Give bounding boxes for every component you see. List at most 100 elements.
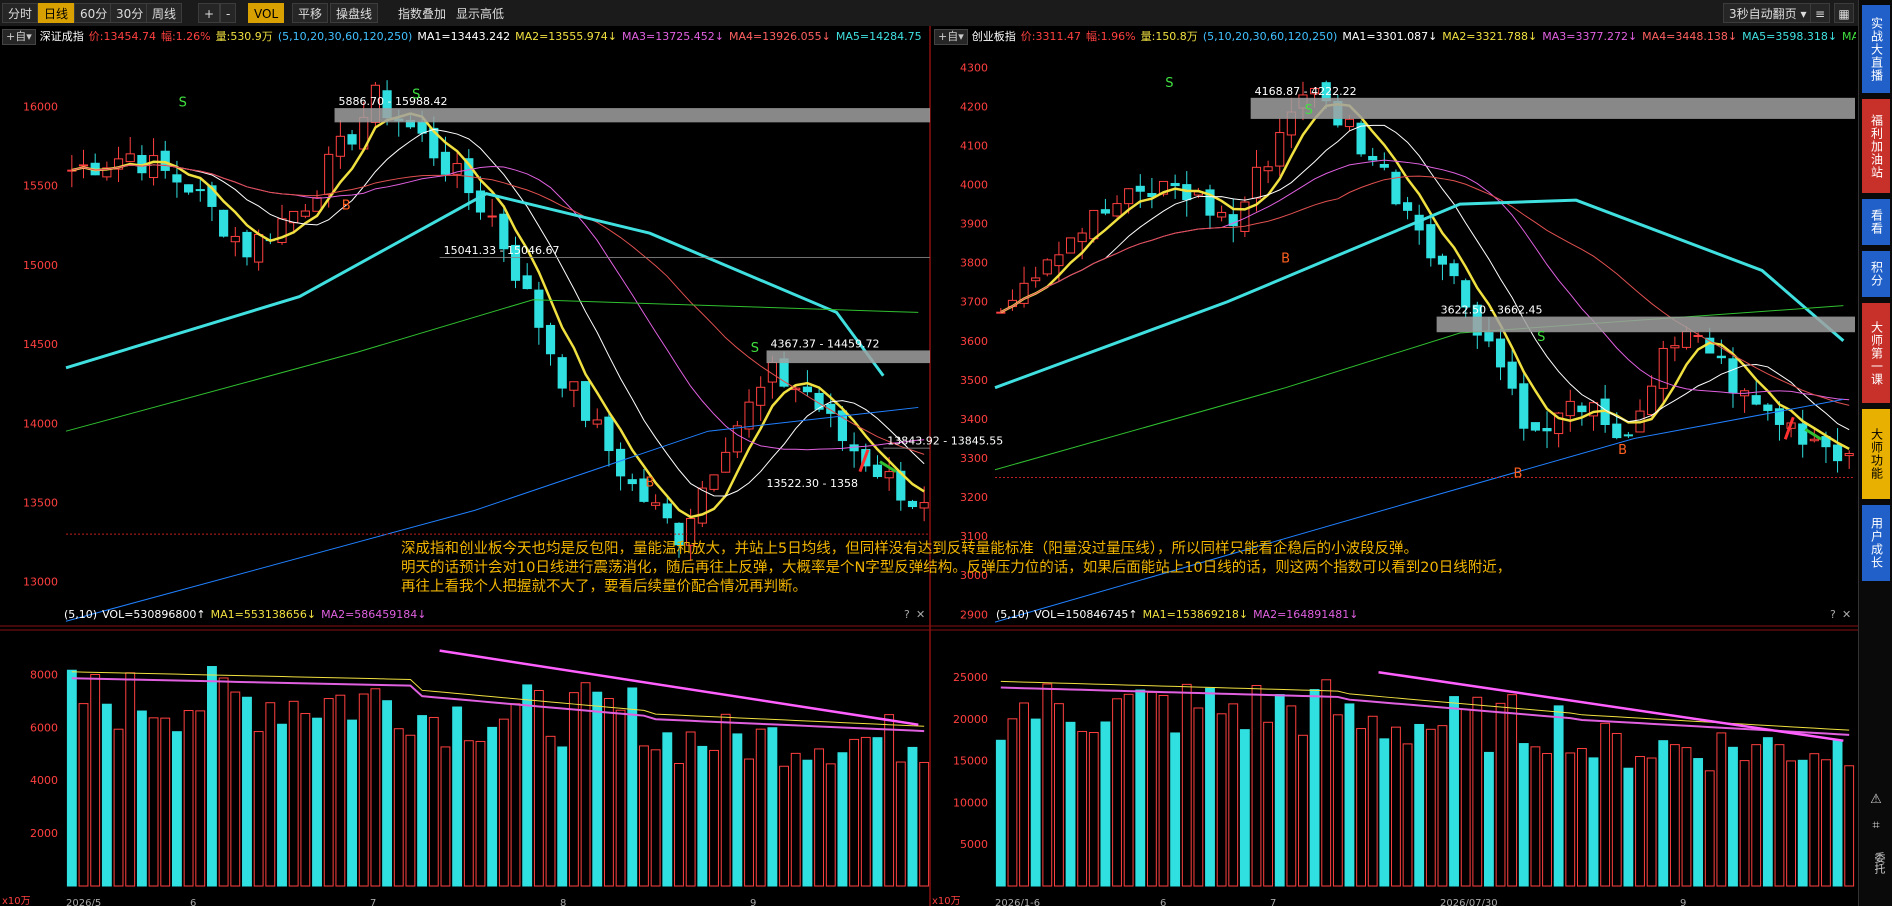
- candle: [1251, 166, 1262, 199]
- volume-axis-label: 25000: [953, 671, 988, 684]
- volume-bar: [650, 749, 661, 887]
- candle: [744, 401, 754, 430]
- volume-bar: [1112, 698, 1122, 887]
- volume-bar: [113, 728, 124, 887]
- candle: [324, 153, 334, 196]
- volume-bar: [1646, 757, 1657, 887]
- candle: [230, 235, 240, 243]
- candle: [172, 174, 182, 183]
- index-overlay-button[interactable]: 指数叠加: [392, 3, 452, 23]
- candle: [1170, 182, 1180, 187]
- candle: [756, 386, 766, 406]
- volume-bar: [709, 749, 719, 887]
- index-name: 创业板指: [971, 30, 1016, 43]
- volume-bar: [1100, 721, 1111, 887]
- right-sidebar: 实战大直播福利加油站看看 积分大师第一课大师功能用户成长 ⚠ ⌗ 委托: [1858, 0, 1892, 906]
- volume-bar: [1263, 721, 1274, 887]
- volume-bar: [1553, 705, 1564, 887]
- volume-bar: [242, 696, 252, 887]
- analysis-annotation: 深成指和创业板今天也均是反包阳，量能温和放大，并站上5日均线，但同样没有达到反转…: [401, 540, 1601, 597]
- welfare-station-button[interactable]: 福利加油站: [1861, 98, 1891, 194]
- volume-bar: [802, 759, 813, 887]
- volume-bar: [1077, 730, 1088, 887]
- close-icon[interactable]: ✕: [1842, 608, 1851, 621]
- menu-button[interactable]: +自▾: [934, 29, 968, 45]
- alert-icon[interactable]: ⚠: [1863, 790, 1889, 810]
- volume-bar: [265, 702, 276, 887]
- candle: [545, 324, 556, 355]
- master-function-button[interactable]: 大师功能: [1861, 408, 1891, 500]
- menu-button[interactable]: +自▾: [2, 29, 36, 45]
- live-broadcast-button[interactable]: 实战大直播: [1861, 4, 1891, 94]
- volume-bar: [872, 737, 883, 887]
- auto-page-select[interactable]: 3秒自动翻页 ▾: [1723, 3, 1813, 23]
- volume-bar: [1588, 757, 1599, 887]
- volume-bar: [1530, 746, 1541, 887]
- tab-30min[interactable]: 30分: [110, 3, 150, 23]
- tab-daily[interactable]: 日线: [38, 3, 75, 23]
- volume-bar: [557, 746, 568, 887]
- grid-icon[interactable]: ▦: [1834, 3, 1854, 23]
- volume-bar: [417, 715, 428, 887]
- sell-signal-marker: S: [1305, 103, 1313, 118]
- volume-bar: [487, 726, 498, 887]
- help-icon[interactable]: ?: [904, 608, 910, 621]
- volume-bar: [90, 673, 101, 887]
- list-icon[interactable]: ≡: [1810, 3, 1830, 23]
- watch-button[interactable]: 看看: [1861, 198, 1891, 246]
- candle: [732, 425, 742, 453]
- zoom-in-button[interactable]: +: [198, 3, 221, 23]
- price-panel-header: +自▾ 深证成指 价:13454.74 幅:1.26% 量:530.9万 (5,10,20…: [2, 28, 928, 46]
- volume-bar: [78, 703, 89, 887]
- show-high-low-button[interactable]: 显示高低: [450, 3, 510, 23]
- volume-bar: [849, 738, 860, 887]
- vol-button[interactable]: VOL: [248, 3, 285, 23]
- pan-button[interactable]: 平移: [292, 3, 329, 23]
- close-icon[interactable]: ✕: [916, 608, 925, 621]
- tab-60min[interactable]: 60分: [74, 3, 114, 23]
- zone-label: 13522.30 - 1358: [767, 477, 858, 490]
- user-growth-button[interactable]: 用户成长: [1861, 504, 1891, 582]
- tab-weekly[interactable]: 周线: [146, 3, 183, 23]
- price-axis-label: 3400: [960, 413, 988, 426]
- tab-intraday[interactable]: 分时: [2, 3, 39, 23]
- volume-bar: [779, 765, 789, 887]
- help-icon[interactable]: ?: [1830, 608, 1836, 621]
- volume-bar: [1274, 694, 1285, 887]
- zone-label: 4168.87 - 4222.22: [1255, 85, 1357, 98]
- candle: [1403, 202, 1413, 211]
- candle: [1530, 422, 1540, 431]
- volume-bar: [66, 669, 77, 887]
- points-button[interactable]: 积分: [1861, 250, 1891, 298]
- volume-value: 量:150.8万: [1140, 30, 1198, 43]
- ma-value: MA2=3321.788↓: [1442, 30, 1538, 43]
- candle: [907, 500, 918, 508]
- candle: [1031, 277, 1041, 282]
- volume-ma2: MA2=164891481↓: [1253, 608, 1359, 621]
- volume-bar: [370, 688, 381, 887]
- candle: [1042, 259, 1052, 275]
- candle: [417, 121, 427, 134]
- price-axis-label: 15000: [23, 259, 58, 272]
- zoom-out-button[interactable]: -: [220, 3, 237, 23]
- volume-bar: [1402, 743, 1413, 887]
- volume-bar: [452, 706, 463, 887]
- sell-signal-marker: S: [751, 341, 759, 356]
- crop-icon[interactable]: ⌗: [1863, 816, 1889, 836]
- ma-value: MA1=3301.087↓: [1342, 30, 1438, 43]
- volume-bar: [463, 740, 474, 887]
- candle: [487, 215, 497, 218]
- candle: [557, 357, 567, 389]
- volume-axis-label: 20000: [953, 713, 988, 726]
- candle: [1809, 438, 1819, 442]
- volume-bar: [1216, 713, 1227, 887]
- price-axis-label: 3300: [960, 452, 988, 465]
- volume-bar: [1472, 696, 1483, 887]
- master-lesson-button[interactable]: 大师第一课: [1861, 302, 1891, 404]
- ma-value: MA2=13555.974↓: [515, 30, 618, 43]
- control-line-button[interactable]: 操盘线: [330, 3, 379, 23]
- order-button[interactable]: 委托: [1863, 846, 1889, 880]
- date-label: 2026/07/30: [1440, 898, 1498, 906]
- toolbar: 分时 日线 60分 30分 周线 + - VOL 平移 操盘线 指数叠加 显示高低 3秒自动翻页 ▾ ≡ ▦: [0, 0, 1858, 27]
- candle: [884, 471, 894, 479]
